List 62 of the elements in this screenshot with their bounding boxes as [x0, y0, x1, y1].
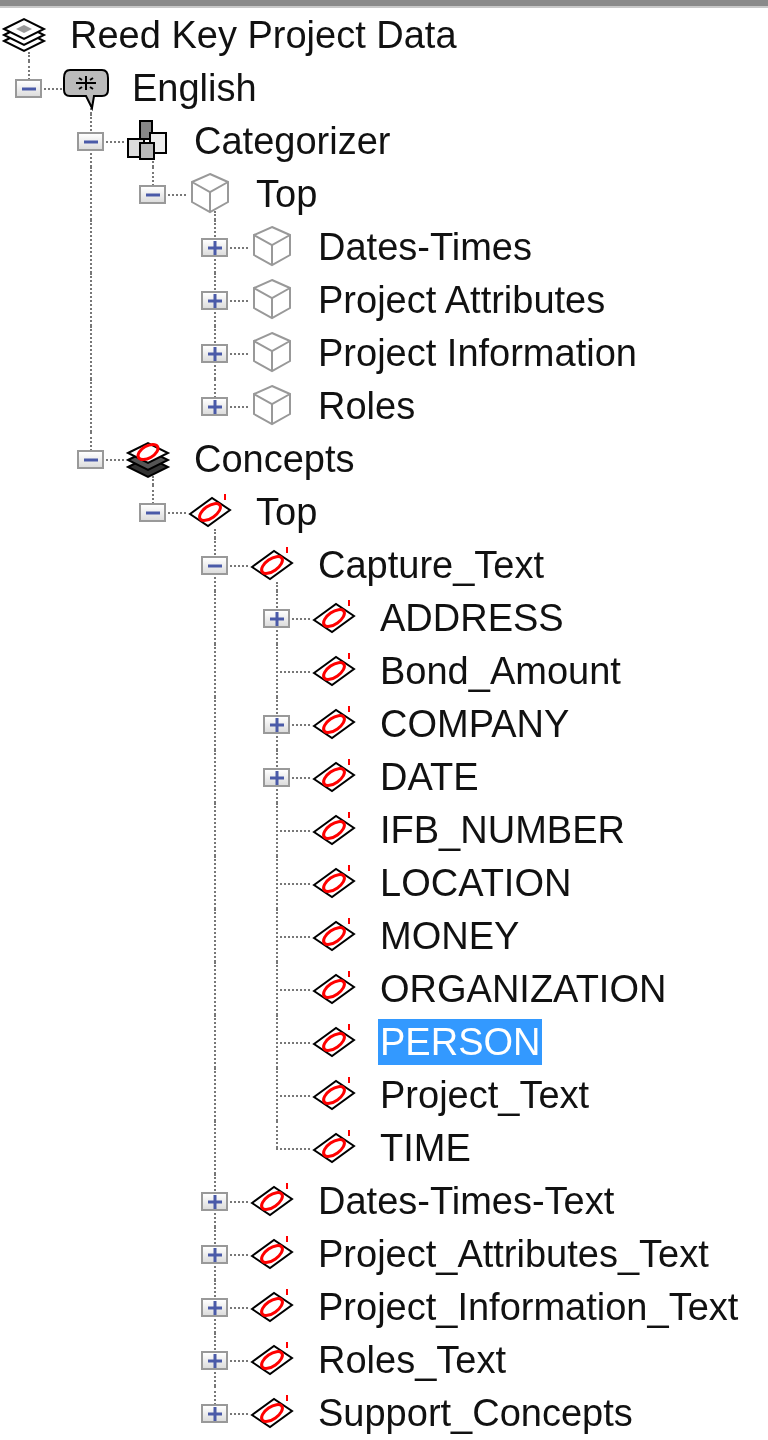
plus-icon — [207, 1353, 222, 1368]
minus-icon — [207, 563, 222, 568]
tree-item[interactable]: Reed Key Project Data — [68, 11, 459, 58]
tree-item[interactable]: Bond_Amount — [378, 647, 623, 694]
tree-item[interactable]: Project Attributes — [316, 276, 608, 323]
tree-item[interactable]: Roles — [316, 382, 418, 429]
expand-button[interactable] — [201, 344, 228, 363]
minus-icon — [21, 86, 36, 91]
collapse-button[interactable] — [77, 132, 104, 151]
plus-icon — [269, 770, 284, 785]
tree-item[interactable]: Categorizer — [192, 117, 393, 164]
collapse-button[interactable] — [77, 450, 104, 469]
plus-icon — [207, 346, 222, 361]
collapse-button[interactable] — [15, 79, 42, 98]
collapse-button[interactable] — [139, 503, 166, 522]
expand-button[interactable] — [201, 1351, 228, 1370]
tree-item[interactable]: English — [130, 64, 259, 111]
tree-item[interactable]: Project_Information_Text — [316, 1283, 741, 1330]
plus-icon — [207, 293, 222, 308]
tree-item[interactable]: Project_Attributes_Text — [316, 1230, 711, 1277]
tree-item[interactable]: Capture_Text — [316, 541, 546, 588]
minus-icon — [145, 510, 160, 515]
minus-icon — [83, 457, 98, 462]
tree-item[interactable]: Support_Concepts — [316, 1389, 635, 1436]
expand-button[interactable] — [201, 397, 228, 416]
tree-item[interactable]: Top — [254, 170, 320, 217]
expand-button[interactable] — [201, 238, 228, 257]
tree-item[interactable]: ADDRESS — [378, 594, 566, 641]
tree-item[interactable]: COMPANY — [378, 700, 572, 747]
tree-item[interactable]: IFB_NUMBER — [378, 806, 627, 853]
plus-icon — [207, 1300, 222, 1315]
plus-icon — [207, 1247, 222, 1262]
plus-icon — [207, 1194, 222, 1209]
plus-icon — [269, 611, 284, 626]
minus-icon — [83, 139, 98, 144]
tree-item[interactable]: TIME — [378, 1124, 473, 1171]
collapse-button[interactable] — [139, 185, 166, 204]
tree-item[interactable]: Project Information — [316, 329, 639, 376]
tree-item[interactable]: Top — [254, 488, 320, 535]
expand-button[interactable] — [263, 609, 290, 628]
tree-item[interactable]: Project_Text — [378, 1071, 592, 1118]
minus-icon — [145, 192, 160, 197]
expand-button[interactable] — [201, 1245, 228, 1264]
tree-item[interactable]: LOCATION — [378, 859, 574, 906]
expand-button[interactable] — [201, 1192, 228, 1211]
expand-button[interactable] — [263, 768, 290, 787]
expand-button[interactable] — [263, 715, 290, 734]
tree-item[interactable]: DATE — [378, 753, 481, 800]
tree-item[interactable]: Roles_Text — [316, 1336, 508, 1383]
plus-icon — [269, 717, 284, 732]
plus-icon — [207, 399, 222, 414]
tree-item[interactable]: Concepts — [192, 435, 357, 482]
plus-icon — [207, 1406, 222, 1421]
tree-item[interactable]: Dates-Times-Text — [316, 1177, 617, 1224]
collapse-button[interactable] — [201, 556, 228, 575]
tree-item[interactable]: ORGANIZATION — [378, 965, 669, 1012]
expand-button[interactable] — [201, 1404, 228, 1423]
tree-item[interactable]: Dates-Times — [316, 223, 534, 270]
plus-icon — [207, 240, 222, 255]
expand-button[interactable] — [201, 1298, 228, 1317]
expand-button[interactable] — [201, 291, 228, 310]
tree-item[interactable]: MONEY — [378, 912, 522, 959]
